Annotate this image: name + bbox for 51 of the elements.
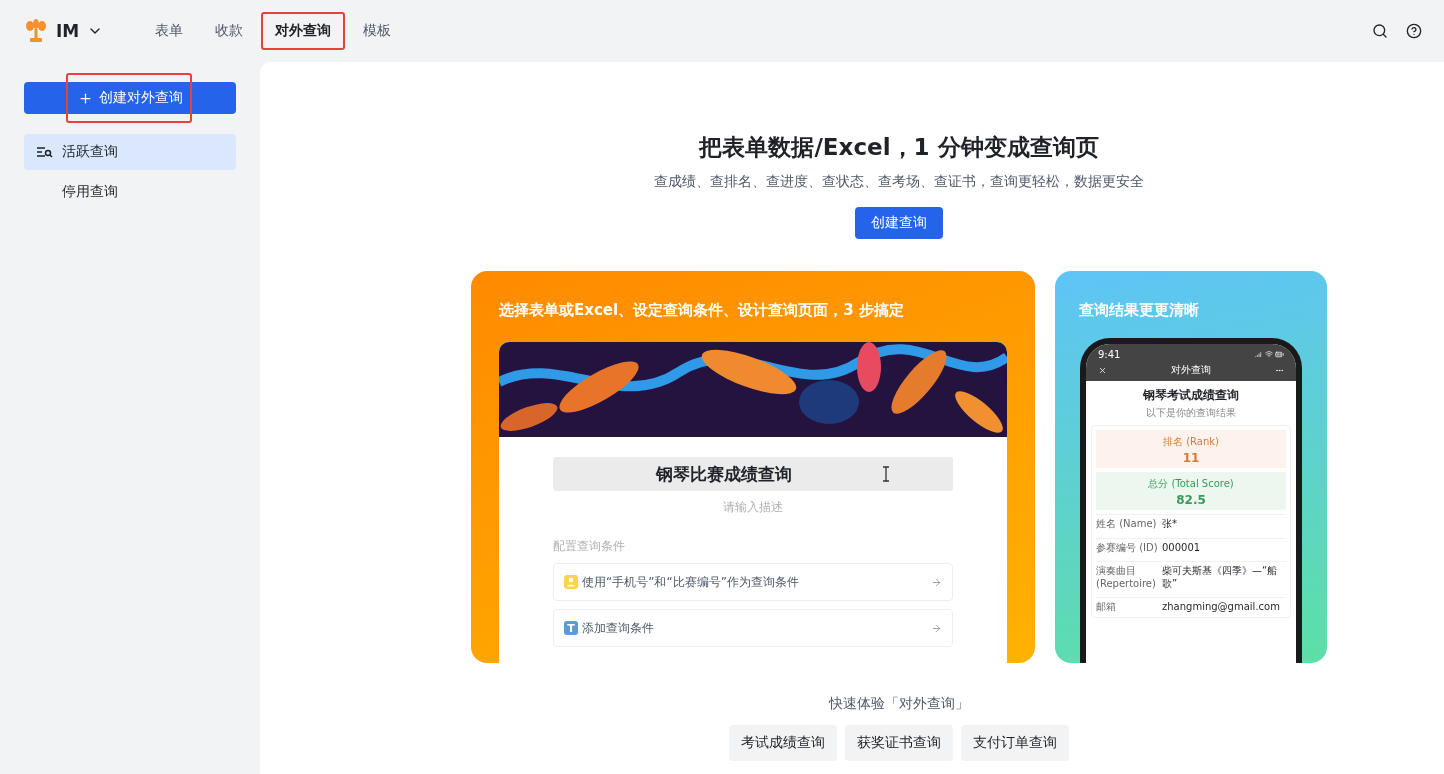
sample-query-button[interactable]: 考试成绩查询	[729, 725, 837, 761]
signal-icon	[1255, 350, 1263, 358]
row-label: 姓名 (Name)	[1096, 518, 1158, 531]
row-value: zhangming@gmail.com	[1162, 601, 1281, 614]
description-field: 请输入描述	[553, 499, 953, 516]
highlight-value: 11	[1182, 451, 1200, 464]
text-type-icon: T	[564, 621, 578, 635]
row-value: 张*	[1162, 518, 1178, 531]
text-cursor-icon	[882, 466, 890, 482]
row-label: 参赛编号 (ID)	[1096, 541, 1158, 554]
plus-icon	[77, 90, 93, 106]
arrow-right-icon	[931, 622, 942, 634]
highlight-value: 82.5	[1176, 493, 1206, 506]
conditions-label: 配置查询条件	[553, 538, 626, 555]
wifi-icon	[1265, 350, 1273, 358]
arrow-right-icon	[931, 576, 942, 588]
highlight-label: 总分 (Total Score)	[1148, 476, 1234, 491]
row-label: 演奏曲目 (Repertoire)	[1096, 565, 1157, 590]
row-value: 柴可夫斯基《四季》—“船歌”	[1162, 565, 1279, 590]
battery-icon	[1275, 350, 1284, 359]
status-time: 9:41	[1098, 349, 1121, 360]
create-query-button[interactable]: 创建对外查询	[24, 82, 236, 114]
sprout-logo-icon	[24, 19, 48, 43]
hero-title: 把表单数据/Excel，1 分钟变成查询页	[699, 133, 1099, 162]
condition-text: 添加查询条件	[582, 619, 655, 637]
close-icon	[1098, 365, 1107, 375]
highlight-label: 排名 (Rank)	[1163, 434, 1219, 449]
nav-tab[interactable]: 收款	[201, 12, 258, 50]
hero-subtitle: 查成绩、查排名、查进度、查状态、查考场、查证书，查询更轻松，数据更安全	[654, 173, 1144, 191]
title-field: 钢琴比赛成绩查询	[553, 457, 953, 491]
card-title: 选择表单或Excel、设定查询条件、设计查询页面，3 步搞定	[499, 301, 904, 320]
sample-query-button[interactable]: 支付订单查询	[961, 725, 1069, 761]
person-icon	[564, 575, 578, 589]
sample-query-button[interactable]: 获奖证书查询	[845, 725, 953, 761]
nav-tab[interactable]: 对外查询	[261, 12, 346, 50]
nav-tab[interactable]: 模板	[349, 12, 406, 50]
sidebar-item[interactable]: 停用查询	[24, 174, 236, 210]
nav-tab[interactable]: 表单	[141, 12, 198, 50]
list-search-icon	[36, 146, 53, 158]
condition-text: 使用“手机号”和“比赛编号”作为查询条件	[582, 573, 800, 591]
phone-page-subtitle: 以下是你的查询结果	[1146, 406, 1236, 420]
row-value: 000001	[1162, 541, 1202, 554]
row-label: 邮箱	[1096, 601, 1117, 614]
quick-try-label: 快速体验「对外查询」	[829, 695, 969, 713]
workspace-name[interactable]: IM	[56, 21, 80, 41]
phone-nav-title: 对外查询	[1171, 363, 1211, 377]
create-query-button[interactable]: 创建查询	[855, 207, 943, 239]
sidebar-item[interactable]: 活跃查询	[24, 134, 236, 170]
card-title: 查询结果更更清晰	[1079, 301, 1199, 320]
phone-page-title: 钢琴考试成绩查询	[1143, 387, 1239, 404]
help-button[interactable]	[1404, 21, 1424, 41]
